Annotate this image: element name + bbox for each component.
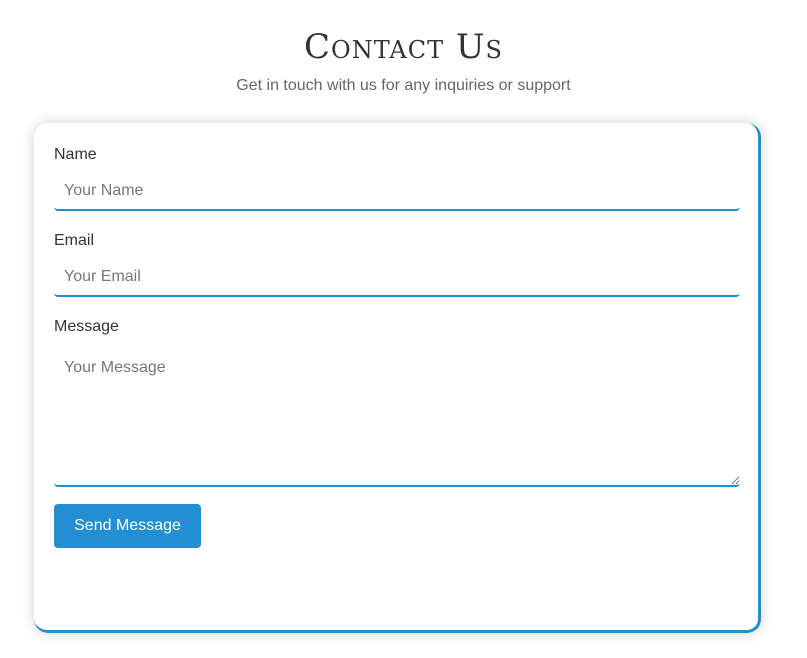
- page-title: Contact Us: [304, 27, 503, 67]
- contact-form-card: Name Email Message Send Message: [34, 123, 761, 633]
- email-label: Email: [54, 232, 95, 249]
- name-label: Name: [54, 146, 97, 163]
- page-subtitle: Get in touch with us for any inquiries o…: [236, 77, 571, 94]
- email-input[interactable]: [54, 259, 740, 297]
- message-label: Message: [54, 318, 119, 335]
- name-input[interactable]: [54, 173, 740, 211]
- message-textarea[interactable]: [54, 345, 740, 487]
- send-message-button[interactable]: Send Message: [54, 504, 201, 548]
